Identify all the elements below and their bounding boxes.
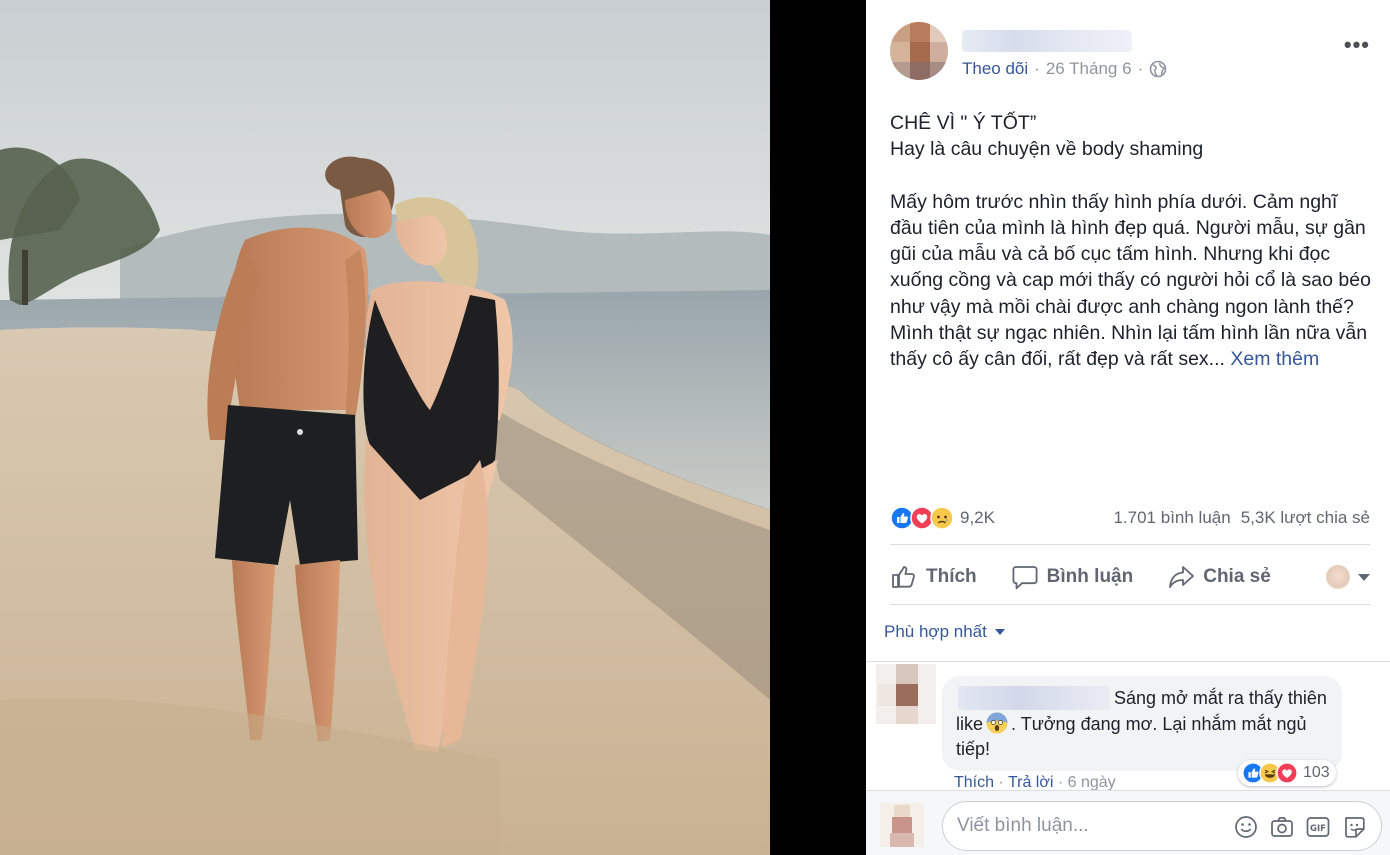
link-separator: · <box>998 774 1004 790</box>
reaction-icons[interactable] <box>890 506 954 530</box>
comment-text: Sáng mở mắt ra thấy thiên like. Tưởng đa… <box>956 686 1336 762</box>
author-avatar[interactable] <box>890 22 948 80</box>
divider <box>890 544 1370 545</box>
post-actions: Thích Bình luận Chia sẻ <box>890 555 1370 599</box>
post-title-line: CHÊ VÌ " Ý TỐT” <box>890 112 1037 134</box>
like-button[interactable]: Thích <box>890 563 977 591</box>
meta-separator: · <box>1137 59 1144 78</box>
more-options-button[interactable]: ••• <box>1344 32 1370 58</box>
share-icon <box>1169 566 1195 588</box>
commenter-avatar[interactable] <box>876 664 936 724</box>
avatar-pixelated <box>890 22 948 80</box>
sticker-icon[interactable] <box>1341 814 1367 840</box>
post-body-text: Mấy hôm trước nhìn thấy hình phía dưới. … <box>890 190 1371 371</box>
stats-right: 1.701 bình luận 5,3K lượt chia sẻ <box>1113 508 1370 528</box>
love-icon <box>1276 762 1298 784</box>
post-subtitle-line: Hay là câu chuyện về body shaming <box>890 138 1204 161</box>
comment-links: Thích · Trả lời · 6 ngày <box>954 774 1116 790</box>
comment-bubble: Sáng mở mắt ra thấy thiên like. Tưởng đa… <box>942 676 1342 771</box>
follow-link[interactable]: Theo dõi <box>962 59 1028 79</box>
link-separator: · <box>1057 774 1064 790</box>
camera-icon[interactable] <box>1269 814 1295 840</box>
divider <box>866 661 1390 662</box>
comment-sort-dropdown[interactable]: Phù hợp nhất <box>884 622 1005 642</box>
comment-composer-bar: GIF <box>866 790 1390 855</box>
divider <box>890 604 1370 605</box>
chevron-down-icon <box>1358 573 1370 581</box>
globe-icon[interactable] <box>1149 60 1167 78</box>
post-body: Mấy hôm trước nhìn thấy hình phía dưới. … <box>890 189 1375 373</box>
comment-reply-link[interactable]: Trả lời <box>1008 774 1053 790</box>
author-name-redacted[interactable] <box>962 30 1132 52</box>
chevron-down-icon <box>994 629 1005 635</box>
avatar-pixelated <box>876 664 936 724</box>
comment-count[interactable]: 1.701 bình luận <box>1113 508 1230 528</box>
comment-input[interactable] <box>957 802 1227 850</box>
post-date[interactable]: 26 Tháng 6 <box>1046 59 1132 79</box>
reaction-count[interactable]: 9,2K <box>960 508 995 528</box>
photo-illustration <box>0 0 770 855</box>
scream-icon <box>986 712 1008 734</box>
my-avatar <box>880 803 924 847</box>
composer-tools: GIF <box>1233 814 1367 840</box>
post-stats: 9,2K 1.701 bình luận 5,3K lượt chia sẻ <box>890 503 1370 533</box>
meta-separator: · <box>1034 59 1040 78</box>
photo-viewer: Theo dõi · 26 Tháng 6 · ••• CHÊ VÌ " Ý T… <box>0 0 1390 855</box>
avatar-pixelated <box>880 803 924 847</box>
post-meta: Theo dõi · 26 Tháng 6 · <box>962 59 1167 79</box>
post-header: Theo dõi · 26 Tháng 6 · ••• <box>890 22 1390 82</box>
comment-reaction-count: 103 <box>1303 764 1330 781</box>
comment-item: Sáng mở mắt ra thấy thiên like. Tưởng đa… <box>874 664 1390 790</box>
mini-avatar <box>1326 565 1350 589</box>
post-text: CHÊ VÌ " Ý TỐT” Hay là câu chuyện về bod… <box>890 110 1375 373</box>
share-label: Chia sẻ <box>1203 566 1271 587</box>
comment-icon <box>1012 566 1038 590</box>
photo-pane <box>0 0 866 855</box>
comment-time[interactable]: 6 ngày <box>1068 774 1116 790</box>
sad-icon <box>930 506 954 530</box>
beach-photo <box>0 0 770 855</box>
see-more-link[interactable]: Xem thêm <box>1230 348 1319 370</box>
gif-icon[interactable]: GIF <box>1305 814 1331 840</box>
like-label: Thích <box>926 566 977 587</box>
thumbs-up-icon <box>892 566 915 588</box>
share-button[interactable]: Chia sẻ <box>1167 563 1271 591</box>
comment-label: Bình luận <box>1046 566 1134 587</box>
comment-composer: GIF <box>942 801 1382 851</box>
comment-button[interactable]: Bình luận <box>1011 563 1134 591</box>
comment-reactions[interactable]: 103 <box>1238 760 1336 786</box>
comment-like-link[interactable]: Thích <box>954 774 994 790</box>
svg-text:GIF: GIF <box>1310 824 1326 834</box>
comment-as-selector[interactable] <box>1326 565 1370 589</box>
post-sidebar: Theo dõi · 26 Tháng 6 · ••• CHÊ VÌ " Ý T… <box>866 0 1390 855</box>
emoji-icon[interactable] <box>1233 814 1259 840</box>
sort-label: Phù hợp nhất <box>884 622 987 641</box>
share-count[interactable]: 5,3K lượt chia sẻ <box>1241 508 1370 528</box>
